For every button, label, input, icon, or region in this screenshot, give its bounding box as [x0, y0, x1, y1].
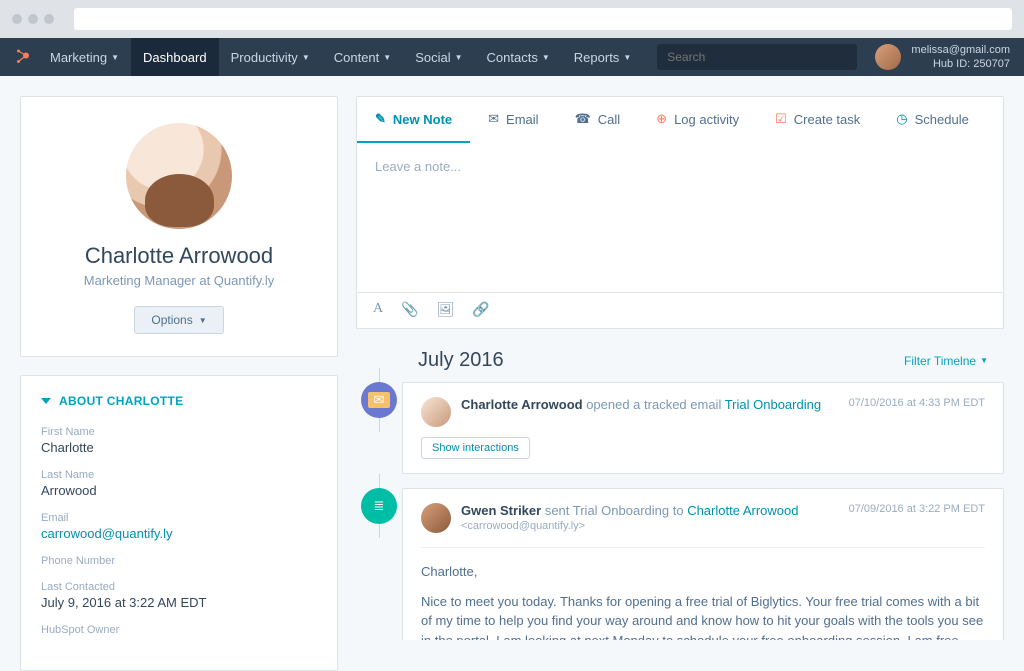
chevron-down-icon: ▼ — [542, 53, 550, 62]
browser-chrome — [0, 0, 1024, 38]
url-bar[interactable] — [74, 8, 1012, 30]
profile-card: Charlotte Arrowood Marketing Manager at … — [20, 96, 338, 357]
chevron-down-icon: ▼ — [455, 53, 463, 62]
tab-email[interactable]: ✉Email — [470, 97, 556, 143]
top-nav: Marketing▼ Dashboard Productivity▼ Conte… — [0, 38, 1024, 76]
tab-call[interactable]: ☎Call — [557, 97, 639, 143]
attachment-icon[interactable]: 📎 — [401, 301, 418, 318]
hubspot-logo-icon — [14, 48, 32, 66]
phone-icon: ☎ — [575, 111, 591, 127]
note-toolbar: A 📎 🖼 🔗 — [356, 293, 1004, 329]
window-dot — [12, 14, 22, 24]
nav-marketing[interactable]: Marketing▼ — [38, 38, 131, 76]
field-phone[interactable]: Phone Number — [41, 555, 317, 567]
contact-avatar — [126, 123, 232, 229]
timeline-month: July 2016 — [418, 349, 904, 372]
check-square-icon: ☑ — [775, 111, 787, 127]
event-avatar — [421, 503, 451, 533]
nav-contacts[interactable]: Contacts▼ — [475, 38, 562, 76]
account-info[interactable]: melissa@gmail.com Hub ID: 250707 — [911, 43, 1010, 72]
options-button[interactable]: Options▼ — [134, 306, 223, 334]
nav-productivity[interactable]: Productivity▼ — [219, 38, 322, 76]
nav-reports[interactable]: Reports▼ — [562, 38, 643, 76]
recipient-link[interactable]: Charlotte Arrowood — [687, 503, 798, 518]
account-avatar[interactable] — [875, 44, 901, 70]
global-search-input[interactable] — [657, 44, 857, 70]
event-recipient-email: <carrowood@quantify.ly> — [461, 520, 839, 532]
note-input[interactable] — [375, 159, 985, 279]
activity-tabs: ✎New Note ✉Email ☎Call ⊕Log activity ☑Cr… — [356, 96, 1004, 143]
contact-role: Marketing Manager at Quantify.ly — [41, 273, 317, 288]
pencil-icon: ✎ — [375, 111, 386, 127]
collapse-triangle-icon — [41, 398, 51, 404]
tab-new-note[interactable]: ✎New Note — [357, 97, 470, 143]
field-last-contacted[interactable]: Last Contacted July 9, 2016 at 3:22 AM E… — [41, 581, 317, 610]
event-summary: Charlotte Arrowood opened a tracked emai… — [461, 397, 839, 412]
field-last-name[interactable]: Last Name Arrowood — [41, 469, 317, 498]
event-body: Charlotte, Nice to meet you today. Thank… — [421, 547, 985, 640]
field-first-name[interactable]: First Name Charlotte — [41, 426, 317, 455]
chevron-down-icon: ▼ — [111, 53, 119, 62]
about-heading[interactable]: ABOUT CHARLOTTE — [41, 394, 317, 408]
event-date: 07/10/2016 at 4:33 PM EDT — [849, 397, 985, 409]
envelope-icon: ✉ — [368, 392, 390, 408]
plus-circle-icon: ⊕ — [656, 111, 667, 127]
nav-content[interactable]: Content▼ — [322, 38, 403, 76]
window-dot — [44, 14, 54, 24]
chevron-down-icon: ▼ — [980, 356, 988, 365]
contact-name: Charlotte Arrowood — [41, 243, 317, 269]
clock-icon: ◷ — [896, 111, 907, 127]
chevron-down-icon: ▼ — [302, 53, 310, 62]
note-editor — [356, 143, 1004, 293]
nav-social[interactable]: Social▼ — [403, 38, 474, 76]
link-icon[interactable]: 🔗 — [472, 301, 489, 318]
format-text-icon[interactable]: A — [373, 301, 383, 318]
event-summary: Gwen Striker sent Trial Onboarding to Ch… — [461, 503, 839, 518]
account-email: melissa@gmail.com — [911, 43, 1010, 57]
envelope-icon: ✉ — [488, 111, 499, 127]
about-card: ABOUT CHARLOTTE First Name Charlotte Las… — [20, 375, 338, 671]
event-avatar — [421, 397, 451, 427]
chevron-down-icon: ▼ — [623, 53, 631, 62]
field-email[interactable]: Email carrowood@quantify.ly — [41, 512, 317, 541]
chevron-down-icon: ▼ — [383, 53, 391, 62]
timeline-event: Charlotte Arrowood opened a tracked emai… — [402, 382, 1004, 474]
tracked-email-link[interactable]: Trial Onboarding — [725, 397, 821, 412]
event-date: 07/09/2016 at 3:22 PM EDT — [849, 503, 985, 515]
tab-create-task[interactable]: ☑Create task — [757, 97, 878, 143]
hub-id: Hub ID: 250707 — [911, 57, 1010, 71]
timeline-email-icon: ✉ — [361, 382, 397, 418]
timeline-event: Gwen Striker sent Trial Onboarding to Ch… — [402, 488, 1004, 640]
nav-dashboard[interactable]: Dashboard — [131, 38, 219, 76]
tab-log-activity[interactable]: ⊕Log activity — [638, 97, 757, 143]
timeline-note-icon: ≣ — [361, 488, 397, 524]
tab-schedule[interactable]: ◷Schedule — [878, 97, 987, 143]
show-interactions-button[interactable]: Show interactions — [421, 437, 530, 459]
chevron-down-icon: ▼ — [199, 316, 207, 325]
field-owner[interactable]: HubSpot Owner — [41, 624, 317, 636]
window-dot — [28, 14, 38, 24]
filter-timeline-button[interactable]: Filter Timelne▼ — [904, 354, 988, 368]
image-icon[interactable]: 🖼 — [437, 301, 455, 318]
